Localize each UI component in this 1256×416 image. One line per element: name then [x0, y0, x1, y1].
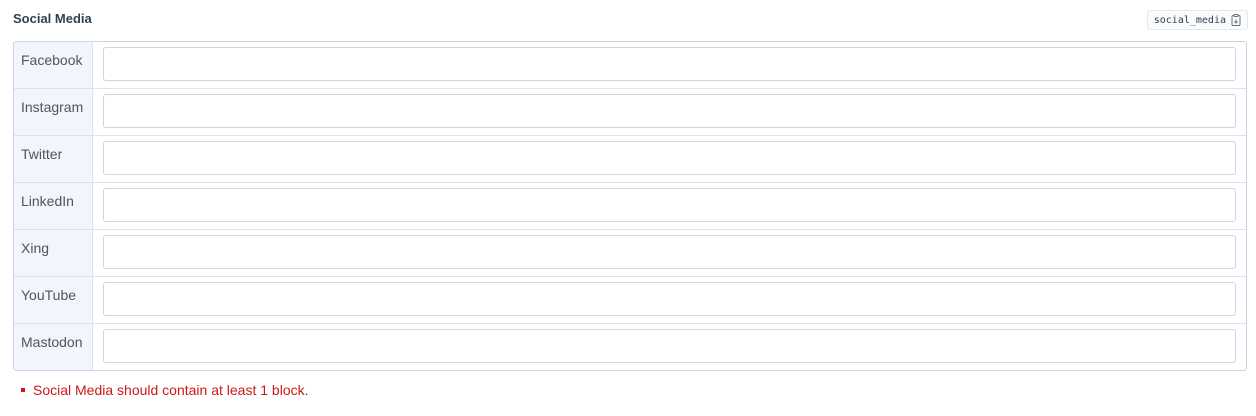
table-row: Instagram: [14, 89, 1246, 136]
twitter-input[interactable]: [103, 141, 1236, 175]
table-row: Mastodon: [14, 324, 1246, 370]
row-label: Xing: [21, 240, 50, 256]
validation-error: Social Media should contain at least 1 b…: [21, 382, 309, 398]
field-title: Social Media: [13, 11, 92, 26]
row-label-cell: LinkedIn: [14, 183, 93, 229]
row-label-cell: Twitter: [14, 136, 93, 182]
table-row: YouTube: [14, 277, 1246, 324]
youtube-input[interactable]: [103, 282, 1236, 316]
row-label: YouTube: [21, 287, 77, 303]
table-row: LinkedIn: [14, 183, 1246, 230]
social-media-field: Social Media social_media Facebook Insta…: [0, 0, 1256, 416]
facebook-input[interactable]: [103, 47, 1236, 81]
row-label-cell: Xing: [14, 230, 93, 276]
error-bullet-icon: [21, 388, 25, 392]
row-label-cell: Facebook: [14, 42, 93, 88]
row-label: Mastodon: [21, 334, 83, 350]
field-key-text: social_media: [1153, 14, 1226, 26]
row-label-cell: YouTube: [14, 277, 93, 323]
row-label: Facebook: [21, 52, 83, 68]
table-row: Xing: [14, 230, 1246, 277]
social-media-table: Facebook Instagram Twitter LinkedIn Xing…: [13, 41, 1247, 371]
error-message: Social Media should contain at least 1 b…: [33, 382, 309, 398]
linkedin-input[interactable]: [103, 188, 1236, 222]
copy-icon[interactable]: [1229, 13, 1243, 27]
instagram-input[interactable]: [103, 94, 1236, 128]
table-row: Twitter: [14, 136, 1246, 183]
table-row: Facebook: [14, 42, 1246, 89]
row-label-cell: Instagram: [14, 89, 93, 135]
field-key-badge[interactable]: social_media: [1146, 10, 1248, 30]
row-label: LinkedIn: [21, 193, 74, 209]
xing-input[interactable]: [103, 235, 1236, 269]
row-label: Instagram: [21, 99, 84, 115]
row-label: Twitter: [21, 146, 63, 162]
row-label-cell: Mastodon: [14, 324, 93, 370]
field-header: Social Media social_media: [13, 8, 1248, 34]
mastodon-input[interactable]: [103, 329, 1236, 363]
